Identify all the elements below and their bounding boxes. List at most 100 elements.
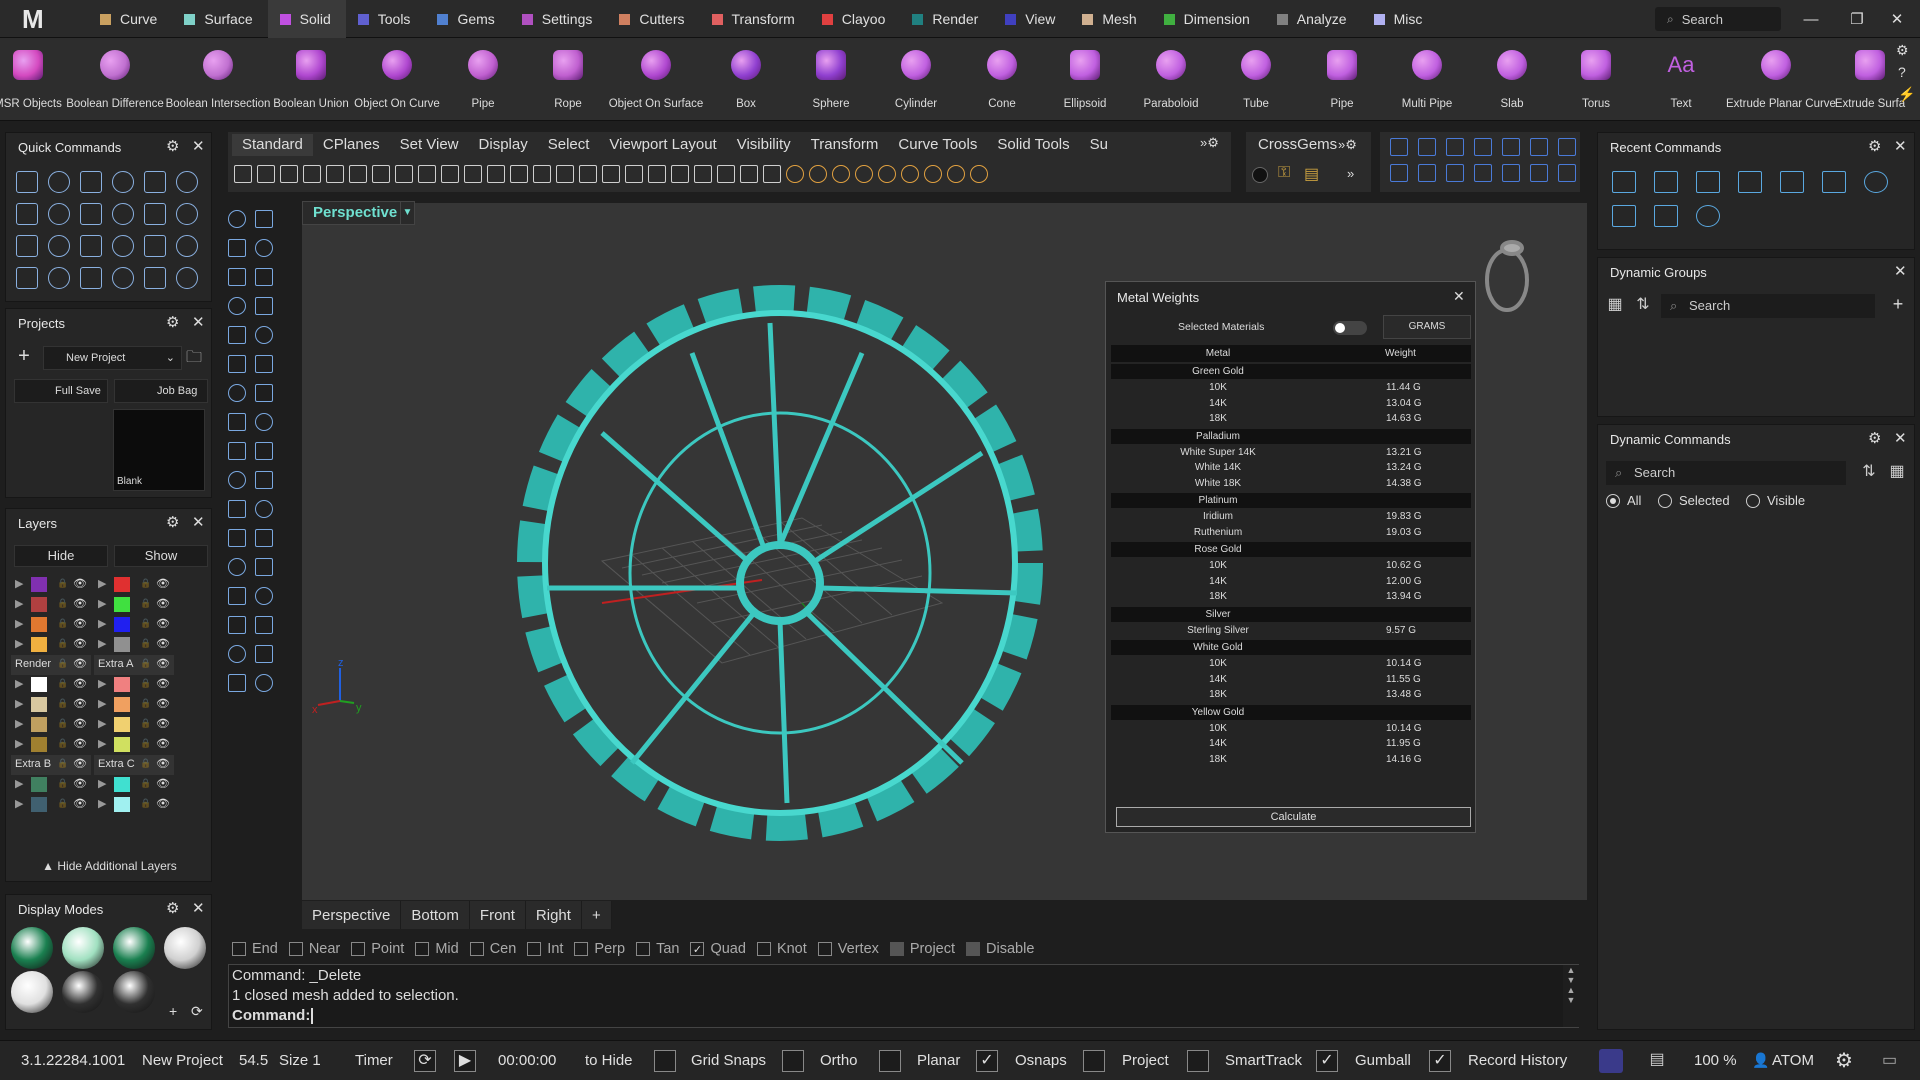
eye-icon[interactable]: 👁	[156, 577, 170, 590]
menu-item-tools[interactable]: Tools	[346, 0, 426, 38]
chat-icon[interactable]: ▭	[1882, 1050, 1897, 1070]
console-icon[interactable]: ▤	[1645, 1049, 1669, 1073]
eye-icon[interactable]: 👁	[73, 617, 87, 630]
command-scrollbar[interactable]: ▲ ▼ ▲ ▼	[1563, 965, 1579, 1027]
eye-icon[interactable]: 👁	[156, 737, 170, 750]
color-wheel-icon[interactable]	[786, 165, 804, 183]
arc-icon[interactable]	[255, 268, 273, 286]
osnap-tan[interactable]: Tan	[636, 941, 679, 957]
layer-row[interactable]: ▶ 🔒 👁	[94, 675, 174, 695]
lock-icon[interactable]	[740, 165, 758, 183]
ribbon-rope-button[interactable]: Rope	[533, 38, 603, 121]
display-mode-thumbnail[interactable]	[11, 971, 53, 1013]
sort-icon[interactable]: ⇅	[1631, 294, 1655, 318]
properties-icon[interactable]	[648, 165, 666, 183]
edit-icon[interactable]	[228, 645, 246, 663]
table-row[interactable]: White 14K 13.24 G	[1111, 460, 1471, 475]
close-window-button[interactable]: ✕	[1874, 0, 1920, 38]
lock-icon[interactable]: 🔒	[57, 678, 68, 689]
record-history-checkbox[interactable]: ✓	[1429, 1050, 1451, 1072]
ribbon-tube-button[interactable]: Tube	[1221, 38, 1291, 121]
layout-icon[interactable]	[112, 203, 134, 225]
close-icon[interactable]: ✕	[192, 137, 205, 155]
grid-snaps-checkbox[interactable]	[654, 1050, 676, 1072]
ribbon-pipe-button[interactable]: Pipe	[1307, 38, 1377, 121]
gear-icon[interactable]: ⚙	[1868, 137, 1881, 155]
layer-color-swatch[interactable]	[114, 597, 130, 612]
lock-icon[interactable]: 🔒	[57, 758, 68, 769]
eye-icon[interactable]: 👁	[156, 637, 170, 650]
expand-icon[interactable]: ▶	[98, 717, 106, 730]
checkbox[interactable]	[232, 942, 246, 956]
rotate-icon[interactable]	[1654, 205, 1678, 227]
sphere-icon[interactable]	[176, 267, 198, 289]
align-icon[interactable]	[255, 558, 273, 576]
gem-icon[interactable]	[255, 587, 273, 605]
table-row[interactable]: 18K 13.48 G	[1111, 687, 1471, 702]
filter-selected-radio[interactable]: Selected	[1658, 493, 1730, 508]
lock-icon[interactable]: 🔒	[57, 618, 68, 629]
expand-icon[interactable]: ▶	[98, 637, 106, 650]
checkbox[interactable]	[574, 942, 589, 956]
rotate-view-icon[interactable]	[464, 165, 482, 183]
lock-icon[interactable]: 🔒	[140, 678, 151, 689]
rotate-icon[interactable]	[16, 171, 38, 193]
layer-row[interactable]: ▶ 🔒 👁	[11, 595, 91, 615]
eye-icon[interactable]: 👁	[156, 597, 170, 610]
expand-icon[interactable]: ▶	[15, 677, 23, 690]
layer-row[interactable]: ▶ 🔒 👁	[11, 715, 91, 735]
table-row[interactable]: 10K 10.62 G	[1111, 558, 1471, 573]
layer-color-swatch[interactable]	[31, 617, 47, 632]
menu-item-render[interactable]: Render	[900, 0, 993, 38]
eye-icon[interactable]	[144, 267, 166, 289]
layer-color-swatch[interactable]	[114, 797, 130, 812]
lock-icon[interactable]: 🔒	[57, 778, 68, 789]
eye-icon[interactable]: 👁	[156, 717, 170, 730]
layer-row[interactable]: ▶ 🔒 👁	[11, 775, 91, 795]
add-viewport-tab-button[interactable]: +	[581, 901, 612, 929]
close-icon[interactable]: ✕	[1894, 429, 1907, 447]
paste-icon[interactable]	[395, 165, 413, 183]
circle-icon[interactable]	[228, 268, 246, 286]
expand-icon[interactable]: ▶	[98, 577, 106, 590]
table-row[interactable]: 10K 11.44 G	[1111, 380, 1471, 395]
tab-select[interactable]: Select	[538, 134, 600, 156]
lock-icon[interactable]: 🔒	[57, 798, 68, 809]
tab-set-view[interactable]: Set View	[390, 134, 469, 156]
gumball-checkbox[interactable]: ✓	[1316, 1050, 1338, 1072]
view-tool-icon[interactable]	[1418, 164, 1436, 182]
checkbox[interactable]: ✓	[690, 942, 705, 956]
expand-icon[interactable]: ▶	[98, 597, 106, 610]
plane-icon[interactable]	[228, 471, 246, 489]
flow-icon[interactable]	[80, 203, 102, 225]
display-mode-thumbnail[interactable]	[164, 927, 206, 969]
rectangle-icon[interactable]	[255, 239, 273, 257]
help-icon[interactable]: ?	[1898, 64, 1906, 80]
print-icon[interactable]	[303, 165, 321, 183]
layer-row[interactable]: ▶ 🔒 👁	[11, 575, 91, 595]
mesh-icon[interactable]	[228, 587, 246, 605]
layer-color-swatch[interactable]	[114, 737, 130, 752]
menu-item-solid[interactable]: Solid	[267, 0, 346, 38]
table-row[interactable]: 10K 10.14 G	[1111, 656, 1471, 671]
lock-icon[interactable]: 🔒	[140, 758, 151, 769]
menu-item-transform[interactable]: Transform	[700, 0, 810, 38]
ortho-checkbox[interactable]	[782, 1050, 804, 1072]
slab-icon[interactable]	[1780, 171, 1804, 193]
text-icon[interactable]	[228, 529, 246, 547]
reset-timer-icon[interactable]: ⟳	[414, 1050, 436, 1072]
menu-item-surface[interactable]: Surface	[172, 0, 267, 38]
snap-icon[interactable]	[671, 165, 689, 183]
orient-icon[interactable]	[176, 203, 198, 225]
dotted-curve-icon[interactable]	[1822, 171, 1846, 193]
boolean-icon[interactable]	[255, 442, 273, 460]
lock-icon[interactable]: 🔒	[140, 658, 151, 669]
table-row[interactable]: Iridium 19.83 G	[1111, 509, 1471, 524]
twist-icon[interactable]	[144, 235, 166, 257]
taper-icon[interactable]	[176, 235, 198, 257]
pattern-icon[interactable]	[80, 267, 102, 289]
lock-icon[interactable]: 🔒	[140, 738, 151, 749]
four-view-icon[interactable]	[602, 165, 620, 183]
box-icon[interactable]	[255, 297, 273, 315]
lightning-icon[interactable]: ⚡	[1898, 86, 1915, 103]
